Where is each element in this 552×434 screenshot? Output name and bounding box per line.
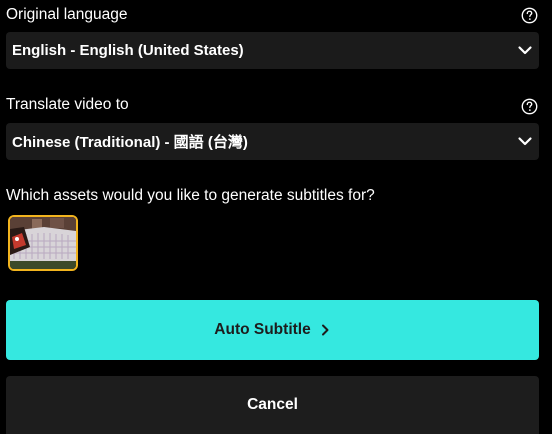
- question-circle-icon[interactable]: [521, 7, 538, 24]
- auto-subtitle-button[interactable]: Auto Subtitle: [6, 300, 539, 360]
- video-thumbnail-image: [10, 217, 76, 269]
- cancel-label: Cancel: [247, 396, 298, 413]
- question-circle-icon[interactable]: [521, 98, 538, 115]
- chevron-right-icon: [321, 324, 329, 336]
- chevron-down-icon: [518, 137, 532, 146]
- asset-thumbnail[interactable]: [8, 215, 78, 271]
- auto-subtitle-label: Auto Subtitle: [214, 321, 311, 338]
- translate-to-value: Chinese (Traditional) - 國語 (台灣): [12, 134, 248, 151]
- translate-to-label: Translate video to: [6, 96, 129, 113]
- cancel-button[interactable]: Cancel: [6, 376, 539, 434]
- chevron-down-icon: [518, 46, 532, 55]
- original-language-label: Original language: [6, 6, 128, 23]
- assets-prompt: Which assets would you like to generate …: [6, 187, 375, 204]
- translate-to-select[interactable]: Chinese (Traditional) - 國語 (台灣): [6, 123, 539, 160]
- original-language-value: English - English (United States): [12, 42, 244, 59]
- original-language-select[interactable]: English - English (United States): [6, 32, 539, 69]
